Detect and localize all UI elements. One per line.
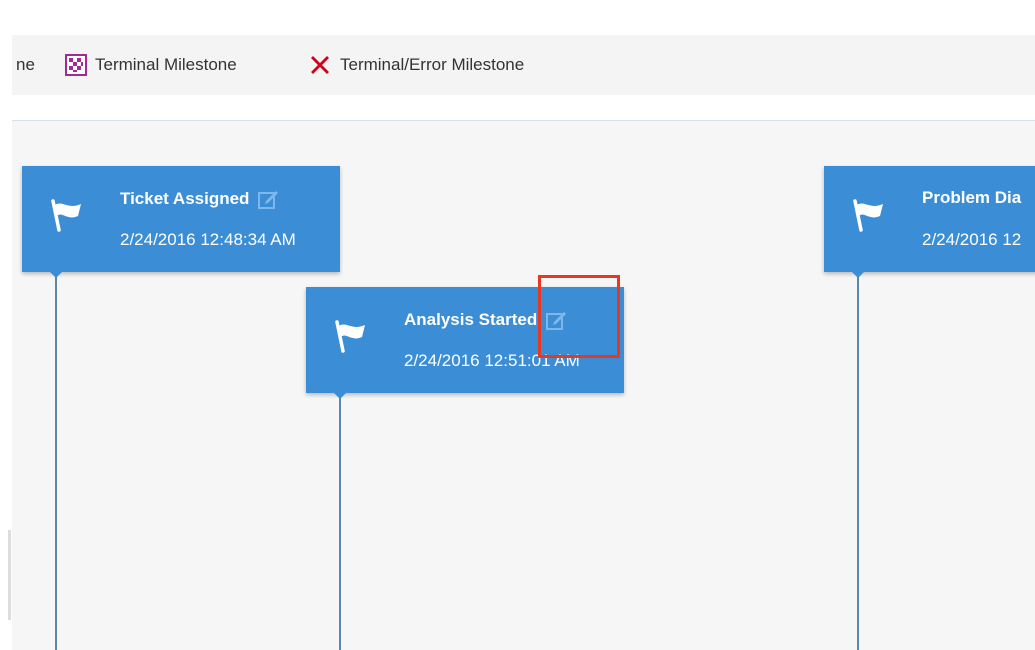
milestone-pointer [852,272,864,278]
edit-icon[interactable] [257,188,279,210]
milestone-pointer [50,272,62,278]
milestone-timestamp: 2/24/2016 12:48:34 AM [120,230,296,249]
legend-item-truncated: ne [16,35,35,95]
highlight-annotation-box [538,275,620,358]
milestone-title: Ticket Assigned [120,189,250,208]
milestone-title-row: Problem Dia [922,188,1021,208]
legend-bar: ne Terminal Milestone Terminal/Error Mil… [12,35,1035,95]
milestone-title: Analysis Started [404,310,538,329]
milestone-title: Problem Dia [922,188,1022,207]
milestone-stem [339,390,341,650]
legend-terminal-label: Terminal Milestone [95,55,237,74]
legend-error-label: Terminal/Error Milestone [340,55,525,74]
milestone-stem [857,270,859,650]
milestone-stem [55,270,57,650]
flag-icon [335,320,365,353]
milestone-title-row: Ticket Assigned [120,188,279,210]
milestone-timestamp: 2/24/2016 12 [922,230,1022,249]
x-mark-icon [311,56,329,74]
legend-item-terminal: Terminal Milestone [65,35,237,95]
legend-truncated-label: ne [16,55,35,74]
flag-icon [853,199,883,232]
checkered-flag-icon [65,54,87,76]
milestone-card-ticket-assigned[interactable]: Ticket Assigned 2/24/2016 12:48:34 AM [22,166,340,278]
legend-item-error: Terminal/Error Milestone [308,35,524,95]
milestone-pointer [334,393,346,399]
scroll-edge-indicator [8,530,11,620]
flag-icon [51,199,81,232]
timeline-page: ne Terminal Milestone Terminal/Error Mil… [0,0,1035,650]
milestone-card-problem-diagnosed[interactable]: Problem Dia 2/24/2016 12 [824,166,1035,278]
